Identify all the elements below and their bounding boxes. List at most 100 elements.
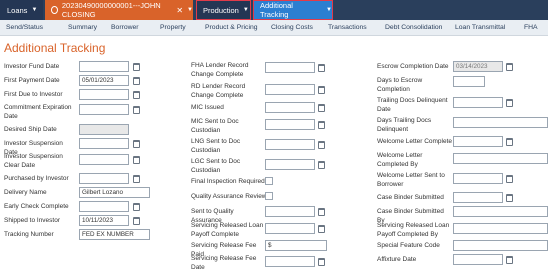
field-label: Investor Fund Date (4, 63, 60, 70)
lgc-sent-to-doc-custodian-input[interactable] (265, 159, 315, 170)
first-due-to-investor-input[interactable] (79, 89, 129, 100)
field-label: Early Check Complete (4, 203, 69, 210)
calendar-icon[interactable] (133, 77, 140, 85)
field-label: Affixture Date (377, 256, 417, 263)
tab-fha[interactable]: FHA (524, 20, 538, 36)
mic-issued-input[interactable] (265, 102, 315, 113)
servicing-released-loan-payoff-input[interactable] (265, 223, 315, 234)
field-label: Quality Assurance Review (191, 193, 267, 200)
loans-menu[interactable]: Loans ▼ (0, 0, 43, 20)
investor-suspension-clear-date-input[interactable] (79, 154, 129, 165)
tab-borrower[interactable]: Borrower (111, 20, 139, 36)
field-label: First Due to Investor (4, 91, 63, 98)
calendar-icon[interactable] (318, 161, 325, 169)
tab-debt-consolidation[interactable]: Debt Consolidation (385, 20, 442, 36)
lng-sent-to-doc-custodian-input[interactable] (265, 139, 315, 150)
field-label: Escrow Completion Date (377, 63, 449, 70)
tab-closing-costs[interactable]: Closing Costs (271, 20, 313, 36)
final-inspection-required-checkbox[interactable] (265, 177, 273, 185)
tab-product-pricing[interactable]: Product & Pricing (205, 20, 258, 36)
field-label: Servicing Released Loan Payoff Complete (191, 222, 264, 238)
calendar-icon[interactable] (506, 256, 513, 264)
calendar-icon[interactable] (506, 194, 513, 202)
calendar-icon[interactable] (133, 156, 140, 164)
shipped-to-investor-input[interactable]: 10/11/2023 (79, 215, 129, 226)
field-label: Shipped to Investor (4, 217, 61, 224)
fha-lender-record-change-input[interactable] (265, 62, 315, 73)
calendar-icon[interactable] (506, 175, 513, 183)
field-label: Investor Suspension Clear Date (4, 153, 63, 169)
field-label: MIC Sent to Doc Custodian (191, 118, 239, 134)
days-to-escrow-completion-input[interactable] (453, 76, 485, 87)
trailing-docs-delinquent-date-input[interactable] (453, 97, 503, 108)
calendar-icon[interactable] (318, 208, 325, 216)
early-check-complete-input[interactable] (79, 201, 129, 212)
days-trailing-docs-delinquent-input[interactable] (453, 117, 548, 128)
tab-bar: Send/Status Summary Borrower Property Pr… (0, 20, 548, 36)
chevron-down-icon: ▼ (242, 7, 249, 13)
investor-fund-date-input[interactable] (79, 61, 129, 72)
calendar-icon[interactable] (318, 258, 325, 266)
investor-suspension-date-input[interactable] (79, 138, 129, 149)
field-label: MIC Issued (191, 104, 224, 111)
tracking-number-input[interactable]: FED EX NUMBER (79, 229, 150, 240)
desired-ship-date-input (79, 124, 129, 135)
commitment-expiration-date-input[interactable] (79, 104, 129, 115)
delivery-name-input[interactable]: Gilbert Lozano (79, 187, 150, 198)
field-label: Special Feature Code (377, 242, 440, 249)
servicing-released-payoff-by-input[interactable] (453, 223, 548, 234)
calendar-icon[interactable] (133, 63, 140, 71)
calendar-icon[interactable] (506, 99, 513, 107)
calendar-icon[interactable] (133, 91, 140, 99)
calendar-icon[interactable] (133, 106, 140, 114)
welcome-letter-sent-input[interactable] (453, 173, 503, 184)
top-bar: Loans ▼ 20230490000000001---JOHN CLOSING… (0, 0, 548, 20)
chevron-down-icon: ▼ (326, 7, 332, 13)
calendar-icon[interactable] (318, 86, 325, 94)
tab-send-status[interactable]: Send/Status (6, 20, 43, 36)
chevron-down-icon[interactable]: ▼ (187, 7, 193, 13)
field-label: Days to Escrow Completion (377, 77, 423, 93)
production-menu[interactable]: Production ▼ (196, 0, 251, 20)
calendar-icon[interactable] (133, 203, 140, 211)
calendar-icon[interactable] (133, 175, 140, 183)
servicing-release-fee-paid-input[interactable]: $ (265, 240, 327, 251)
calendar-icon[interactable] (318, 104, 325, 112)
welcome-letter-complete-input[interactable] (453, 136, 503, 147)
quality-assurance-review-checkbox[interactable] (265, 192, 273, 200)
sent-to-quality-assurance-input[interactable] (265, 206, 315, 217)
purchased-by-investor-input[interactable] (79, 173, 129, 184)
loan-file-tab[interactable]: 20230490000000001---JOHN CLOSING ✕ ▼ (45, 0, 193, 20)
field-label: Delivery Name (4, 189, 47, 196)
first-payment-date-input[interactable]: 05/01/2023 (79, 75, 129, 86)
tab-transactions[interactable]: Transactions (328, 20, 367, 36)
field-label: Tracking Number (4, 231, 54, 238)
calendar-icon[interactable] (133, 140, 140, 148)
calendar-icon[interactable] (318, 64, 325, 72)
additional-tracking-label: Additional Tracking (260, 1, 293, 19)
tab-loan-transmittal[interactable]: Loan Transmittal (455, 20, 505, 36)
special-feature-code-input[interactable] (453, 240, 548, 251)
field-label: Final Inspection Required (191, 178, 265, 185)
affixture-date-input[interactable] (453, 254, 503, 265)
mic-sent-to-doc-custodian-input[interactable] (265, 119, 315, 130)
rd-lender-record-change-input[interactable] (265, 84, 315, 95)
calendar-icon[interactable] (318, 141, 325, 149)
field-label: Case Binder Submitted (377, 194, 444, 201)
page-title: Additional Tracking (4, 41, 106, 55)
additional-tracking-menu[interactable]: Additional Tracking ▼ (253, 0, 333, 20)
tab-summary[interactable]: Summary (68, 20, 97, 36)
tab-property[interactable]: Property (160, 20, 186, 36)
field-label: Servicing Release Fee Date (191, 255, 257, 270)
case-binder-submitted-by-input[interactable] (453, 206, 548, 217)
close-icon[interactable]: ✕ (176, 6, 183, 15)
calendar-icon[interactable] (318, 121, 325, 129)
welcome-letter-completed-by-input[interactable] (453, 153, 548, 164)
calendar-icon[interactable] (506, 63, 513, 71)
servicing-release-fee-date-input[interactable] (265, 256, 315, 267)
case-binder-submitted-input[interactable] (453, 192, 503, 203)
gear-icon[interactable] (51, 6, 58, 14)
calendar-icon[interactable] (506, 138, 513, 146)
calendar-icon[interactable] (133, 217, 140, 225)
calendar-icon[interactable] (318, 225, 325, 233)
